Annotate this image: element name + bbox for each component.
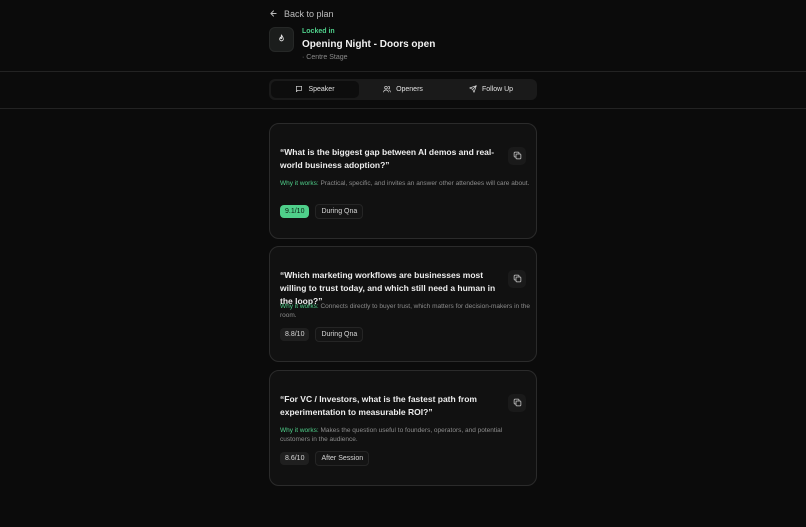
copy-button[interactable] xyxy=(508,147,526,165)
question-badges: 8.8/10 During Qna xyxy=(280,327,364,342)
tab-label: Speaker xyxy=(308,86,335,93)
send-icon xyxy=(469,84,477,95)
arrow-left-icon xyxy=(269,9,278,20)
why-label: Why it works: xyxy=(280,427,319,434)
question-text: “What is the biggest gap between AI demo… xyxy=(280,147,495,170)
timing-badge: During Qna xyxy=(315,327,364,342)
question-badges: 8.6/10 After Session xyxy=(280,451,370,466)
copy-icon xyxy=(513,270,522,288)
flame-icon xyxy=(269,27,294,52)
divider xyxy=(0,108,806,109)
question-card: “What is the biggest gap between AI demo… xyxy=(269,123,537,239)
question-text: “For VC / Investors, what is the fastest… xyxy=(280,394,477,417)
copy-icon xyxy=(513,394,522,412)
why-it-works: Why it works: Connects directly to buyer… xyxy=(280,302,530,320)
why-it-works: Why it works: Practical, specific, and i… xyxy=(280,179,530,188)
back-to-plan-link[interactable]: Back to plan xyxy=(269,8,334,20)
question-card: “Which marketing workflows are businesse… xyxy=(269,246,537,362)
event-venue: · Centre Stage xyxy=(302,54,348,61)
back-label: Back to plan xyxy=(284,9,334,19)
event-title: Opening Night - Doors open xyxy=(302,39,436,50)
tab-label: Openers xyxy=(396,86,423,93)
users-icon xyxy=(383,85,391,95)
divider xyxy=(0,71,806,72)
question-card: “For VC / Investors, what is the fastest… xyxy=(269,370,537,486)
why-label: Why it works: xyxy=(280,303,319,310)
tab-speaker[interactable]: Speaker xyxy=(271,81,359,98)
why-label: Why it works: xyxy=(280,180,319,187)
copy-icon xyxy=(513,147,522,165)
tab-follow-up[interactable]: Follow Up xyxy=(447,81,535,98)
score-badge: 9.1/10 xyxy=(280,205,310,218)
why-text: Practical, specific, and invites an answ… xyxy=(320,180,530,187)
copy-button[interactable] xyxy=(508,270,526,288)
status-label: Locked in xyxy=(302,28,335,35)
timing-badge: During Qna xyxy=(315,204,364,219)
tab-label: Follow Up xyxy=(481,86,514,93)
tab-bar: Speaker Openers Follow Up xyxy=(269,79,537,100)
copy-button[interactable] xyxy=(508,394,526,412)
why-it-works: Why it works: Makes the question useful … xyxy=(280,426,530,444)
event-header: Locked in Opening Night - Doors open · C… xyxy=(269,27,435,63)
message-square-icon xyxy=(295,85,303,95)
score-badge: 8.6/10 xyxy=(280,452,310,465)
timing-badge: After Session xyxy=(315,451,370,466)
score-badge: 8.8/10 xyxy=(280,328,310,341)
tab-openers[interactable]: Openers xyxy=(359,81,447,98)
question-badges: 9.1/10 During Qna xyxy=(280,204,364,219)
